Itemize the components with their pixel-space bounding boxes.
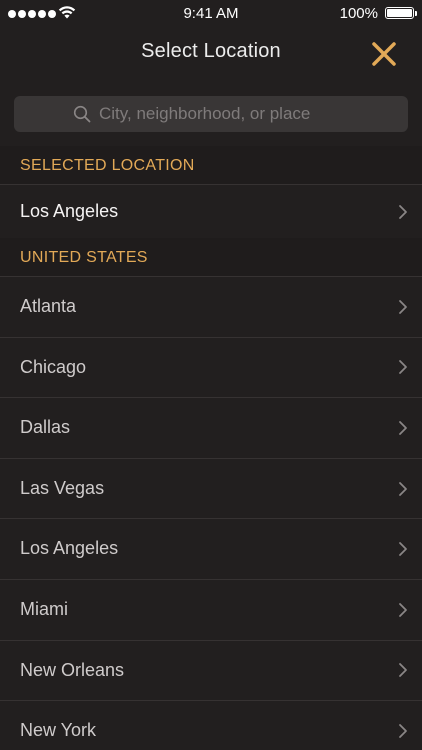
chevron-right-icon: [399, 542, 407, 557]
battery-fill: [387, 9, 412, 17]
close-x-icon: [372, 42, 396, 66]
search-icon: [73, 105, 91, 123]
list-item-las-vegas[interactable]: Las Vegas: [0, 459, 422, 520]
chevron-right-icon: [399, 724, 407, 738]
list-item-new-orleans[interactable]: New Orleans: [0, 641, 422, 702]
list-item-label: New York: [20, 720, 97, 741]
search-bar: [0, 84, 422, 146]
section-header-selected-location: SELECTED LOCATION: [0, 146, 422, 185]
list-item-label: Las Vegas: [20, 477, 105, 498]
selected-location-row[interactable]: Los Angeles: [0, 185, 422, 238]
list-item-los-angeles[interactable]: Los Angeles: [0, 519, 422, 580]
chevron-right-icon: [399, 204, 407, 219]
list-item-miami[interactable]: Miami: [0, 580, 422, 641]
list-item-label: Los Angeles: [20, 538, 119, 559]
chevron-right-icon: [399, 299, 407, 314]
page-title: Select Location: [141, 40, 281, 62]
list-item-label: Miami: [20, 598, 68, 619]
list-item-chicago[interactable]: Chicago: [0, 338, 422, 399]
list-item-dallas[interactable]: Dallas: [0, 398, 422, 459]
battery-icon: [385, 7, 417, 19]
search-input[interactable]: [99, 104, 349, 124]
chevron-right-icon: [399, 421, 407, 435]
chevron-right-icon: [399, 663, 407, 678]
list-item-label: Chicago: [20, 356, 87, 377]
location-list: SELECTED LOCATION Los Angeles UNITED STA…: [0, 146, 422, 750]
battery-percent: 100%: [339, 5, 378, 22]
list-item-label: New Orleans: [20, 659, 125, 680]
section-header-united-states: UNITED STATES: [0, 238, 422, 277]
list-item-atlanta[interactable]: Atlanta: [0, 277, 422, 338]
chevron-right-icon: [399, 481, 407, 496]
list-item-new-york[interactable]: New York: [0, 701, 422, 750]
search-field[interactable]: [14, 96, 408, 132]
status-bar: 9:41 AM 100%: [0, 0, 422, 28]
list-item-label: Dallas: [20, 417, 71, 438]
chevron-right-icon: [399, 602, 407, 617]
chevron-right-icon: [399, 360, 407, 375]
list-item-label: Atlanta: [20, 296, 77, 316]
list-item-label: Los Angeles: [20, 201, 119, 221]
close-button[interactable]: [370, 40, 398, 68]
location-picker-screen: 9:41 AM 100% Select Location SELECTED LO…: [0, 0, 422, 750]
